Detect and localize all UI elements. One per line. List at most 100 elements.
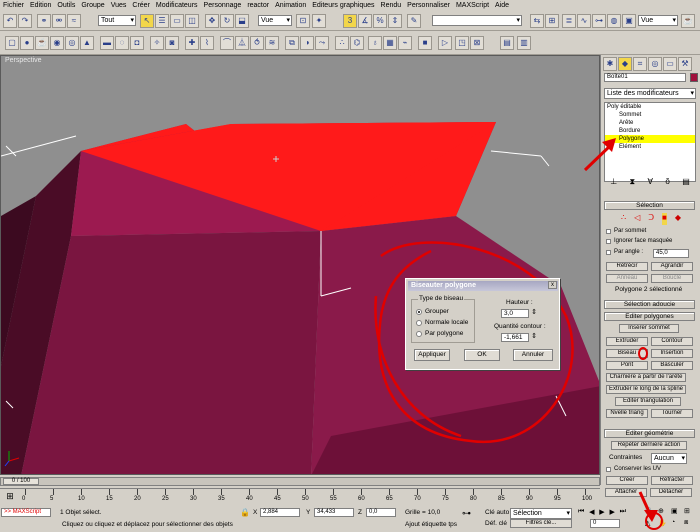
redo-icon[interactable]: ↷ <box>18 14 32 28</box>
stack-item-editable-poly[interactable]: Poly éditable <box>605 103 695 111</box>
compound-icon[interactable]: ⧉ <box>285 36 299 50</box>
create-button[interactable]: Créer <box>606 476 648 485</box>
create-tab-icon[interactable]: ✱ <box>603 57 617 71</box>
menu-item[interactable]: Rendu <box>381 2 402 9</box>
sphere-icon[interactable]: ● <box>20 36 34 50</box>
light-icon[interactable]: ✧ <box>150 36 164 50</box>
scale-icon[interactable]: ⬓ <box>235 14 249 28</box>
layer-manager-icon[interactable]: ≣ <box>562 14 576 28</box>
height-spinner[interactable]: 3,0 <box>501 309 537 318</box>
key-selection-select[interactable]: Sélection <box>510 508 572 519</box>
make-unique-icon[interactable]: ∀ <box>648 177 653 189</box>
geosphere-icon[interactable]: ◌ <box>115 36 129 50</box>
dialog-close-button[interactable]: x <box>548 281 557 289</box>
curve-editor-icon[interactable]: ∿ <box>577 14 591 28</box>
snapshot-icon[interactable]: ◳ <box>455 36 469 50</box>
unlink-icon[interactable]: ⚮ <box>52 14 66 28</box>
maximize-viewport-icon[interactable]: ⧈ <box>684 519 697 531</box>
helper-icon[interactable]: ✚ <box>185 36 199 50</box>
y-coordinate-field[interactable]: 34,433 <box>314 508 354 517</box>
edit-geometry-rollout[interactable]: Editer géométrie <box>604 429 695 438</box>
set-key-label[interactable]: Déf. clé <box>485 520 507 527</box>
maxscript-listener[interactable]: >> MAXScript <box>1 508 51 517</box>
ok-button[interactable]: OK <box>464 349 500 361</box>
menu-item[interactable]: Modificateurs <box>156 2 198 9</box>
modifier-taper-icon[interactable]: ⏅ <box>235 36 249 50</box>
plane-icon[interactable]: ▬ <box>100 36 114 50</box>
tube-icon[interactable]: ◘ <box>130 36 144 50</box>
selection-filter-select[interactable]: Tout <box>98 15 136 26</box>
polygon-mode-icon[interactable]: ■ <box>662 213 667 225</box>
x-coordinate-field[interactable]: 2,884 <box>260 508 300 517</box>
auto-key-label[interactable]: Clé auto <box>485 509 509 516</box>
pin-stack-icon[interactable]: ⊥ <box>610 177 617 189</box>
turn-button[interactable]: Tourner <box>651 409 693 418</box>
element-mode-icon[interactable]: ◆ <box>675 213 681 225</box>
zoom-extents-all-icon[interactable]: ⊞ <box>684 507 697 519</box>
menu-item[interactable]: Fichier <box>3 2 24 9</box>
modifier-noise-icon[interactable]: ≋ <box>265 36 279 50</box>
by-vertex-checkbox[interactable]: Par sommet <box>606 228 646 234</box>
selection-rollout[interactable]: Sélection <box>604 201 695 210</box>
hinge-from-edge-button[interactable]: Charnière à partir de l'arête <box>606 373 686 382</box>
toggle-panel-icon[interactable]: ▤ <box>500 36 514 50</box>
border-mode-icon[interactable]: ᑐ <box>648 213 654 225</box>
play-icon[interactable]: ▶ <box>599 508 604 517</box>
soft-selection-rollout[interactable]: Sélection adoucie <box>604 300 695 309</box>
snap-toggle-icon[interactable]: 3 <box>343 14 357 28</box>
remove-modifier-icon[interactable]: ŏ <box>665 177 669 189</box>
angle-spinner[interactable]: 45,0 <box>653 249 689 258</box>
menu-item[interactable]: Editeurs graphiques <box>312 2 374 9</box>
loop-button[interactable]: Boucle <box>651 274 693 283</box>
vertex-mode-icon[interactable]: ∴ <box>621 213 626 225</box>
box-icon[interactable]: ▢ <box>5 36 19 50</box>
apply-button[interactable]: Appliquer <box>414 349 450 361</box>
reactor-icon[interactable]: ♁ <box>368 36 382 50</box>
stack-item-edge[interactable]: Arête <box>605 119 695 127</box>
angle-snap-icon[interactable]: ∡ <box>358 14 372 28</box>
cancel-button[interactable]: Annuler <box>513 349 553 361</box>
stack-item-vertex[interactable]: Sommet <box>605 111 695 119</box>
menu-item[interactable]: Créer <box>132 2 150 9</box>
cloth-icon[interactable]: ▦ <box>383 36 397 50</box>
edit-polygons-rollout[interactable]: Editer polygones <box>604 312 695 321</box>
timeline-ruler[interactable]: ⊞ 0 5 10 15 20 25 30 35 40 45 50 55 60 65 70 75 80 85 90 95… <box>0 488 600 504</box>
render-setup-icon[interactable]: ▣ <box>622 14 636 28</box>
edge-mode-icon[interactable]: ◁ <box>634 213 640 225</box>
ignore-backfacing-checkbox[interactable]: Ignorer face masquée <box>606 238 672 244</box>
select-by-name-icon[interactable]: ☰ <box>155 14 169 28</box>
menu-item[interactable]: Edition <box>30 2 51 9</box>
undo-icon[interactable]: ↶ <box>3 14 17 28</box>
outline-button[interactable]: Contour <box>651 337 693 346</box>
ring-button[interactable]: Anneau <box>606 274 648 283</box>
named-selection-select[interactable] <box>432 15 522 26</box>
insert-vertex-button[interactable]: Insérer sommet <box>619 324 679 333</box>
z-coordinate-field[interactable]: 0,0 <box>366 508 396 517</box>
key-filters-button[interactable]: Filtres clé... <box>510 519 572 528</box>
schematic-view-icon[interactable]: ⊶ <box>592 14 606 28</box>
render-type-select[interactable]: Vue <box>638 15 678 26</box>
menu-item[interactable]: Aide <box>495 2 509 9</box>
percent-snap-icon[interactable]: % <box>373 14 387 28</box>
shrink-button[interactable]: Rétrécir <box>606 262 648 271</box>
window-crossing-icon[interactable]: ◫ <box>185 14 199 28</box>
repeat-last-button[interactable]: Répéter dernière action <box>611 441 687 450</box>
show-end-result-icon[interactable]: ⧗ <box>630 177 636 189</box>
expand-panel-icon[interactable]: ▥ <box>517 36 531 50</box>
named-selection-icon[interactable]: ✎ <box>407 14 421 28</box>
hierarchy-tab-icon[interactable]: ⌗ <box>633 57 647 71</box>
constraints-select[interactable]: Aucun <box>651 453 687 464</box>
mirror-icon[interactable]: ⇆ <box>530 14 544 28</box>
particle-icon[interactable]: ∴ <box>335 36 349 50</box>
pivot-center-icon[interactable]: ⊡ <box>296 14 310 28</box>
extrude-button[interactable]: Extruder <box>606 337 648 346</box>
menu-item[interactable]: reactor <box>247 2 269 9</box>
orbit-icon[interactable]: ◔ <box>671 519 684 531</box>
track-bar-icon[interactable]: ⊞ <box>2 491 18 503</box>
modify-tab-icon[interactable]: ◆ <box>618 57 632 71</box>
radio-group[interactable]: Grouper <box>416 308 449 315</box>
grow-button[interactable]: Agrandir <box>651 262 693 271</box>
quick-render-icon[interactable]: ☕ <box>681 14 695 28</box>
flip-button[interactable]: Basculer <box>651 361 693 370</box>
move-icon[interactable]: ✥ <box>205 14 219 28</box>
